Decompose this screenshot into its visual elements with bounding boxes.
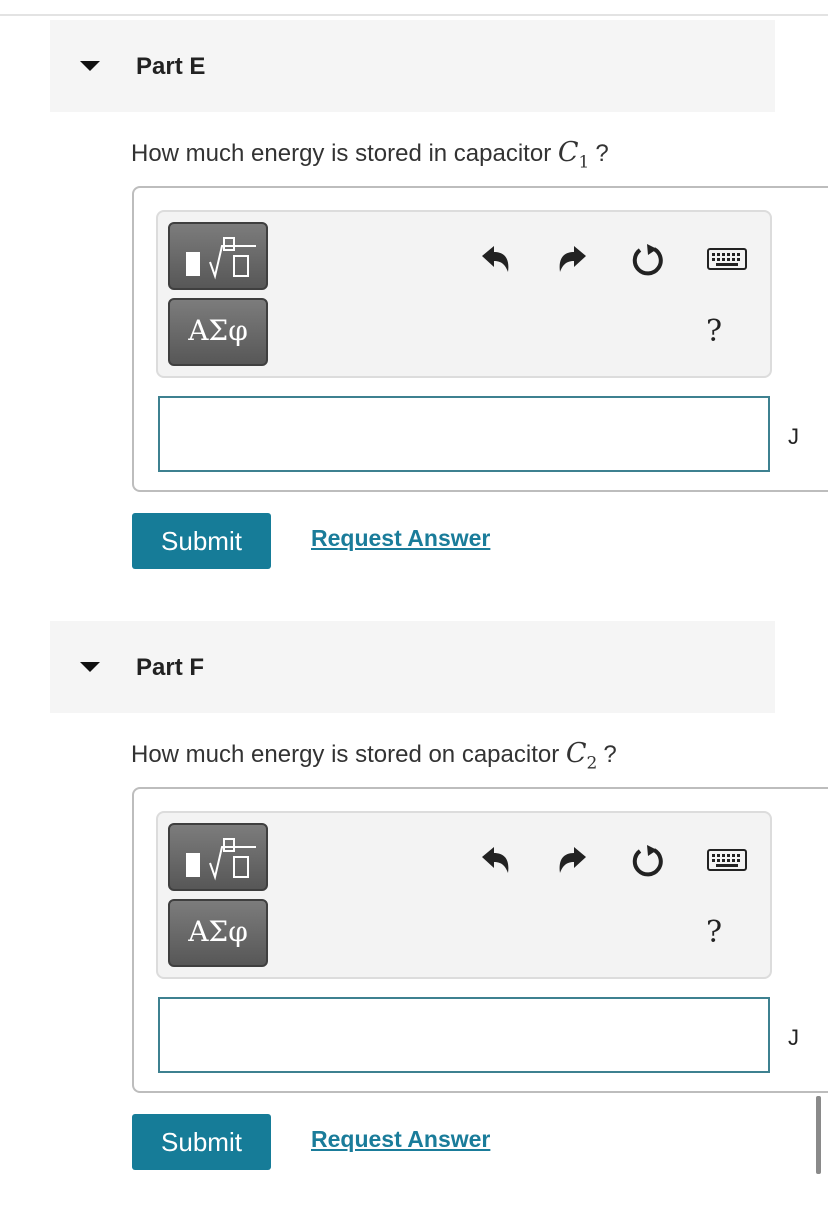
top-divider — [0, 14, 828, 16]
templates-icon — [186, 838, 256, 881]
undo-button[interactable] — [474, 238, 518, 282]
keyboard-button[interactable] — [706, 839, 750, 883]
question-prefix: How much energy is stored in capacitor — [131, 140, 558, 167]
keyboard-icon — [707, 849, 747, 871]
help-button[interactable]: ? — [692, 310, 736, 354]
templates-button[interactable] — [168, 222, 268, 290]
request-answer-link[interactable]: Request Answer — [311, 1126, 490, 1153]
reset-button[interactable] — [626, 839, 670, 883]
redo-icon — [559, 246, 586, 272]
submit-button[interactable]: Submit — [132, 1114, 271, 1170]
question-prefix: How much energy is stored on capacitor — [131, 741, 566, 768]
symbols-button[interactable]: ΑΣφ — [168, 899, 268, 967]
part-e: Part E How much energy is stored in capa… — [0, 20, 828, 580]
reset-icon — [632, 845, 663, 877]
redo-button[interactable] — [550, 839, 594, 883]
templates-button[interactable] — [168, 823, 268, 891]
unit-label: J — [788, 1025, 799, 1050]
templates-icon — [186, 237, 256, 280]
request-answer-link[interactable]: Request Answer — [311, 525, 490, 552]
question-suffix: ? — [603, 741, 617, 768]
part-title: Part E — [136, 53, 206, 80]
unit-label: J — [788, 424, 799, 449]
part-title: Part F — [136, 654, 205, 681]
caret-down-icon[interactable] — [80, 61, 100, 71]
undo-icon — [482, 847, 509, 873]
keyboard-icon — [707, 248, 747, 270]
keyboard-button[interactable] — [706, 238, 750, 282]
question-text: How much energy is stored in capacitor C… — [131, 137, 609, 172]
part-f: Part F How much energy is stored on capa… — [0, 621, 828, 1181]
symbols-button[interactable]: ΑΣφ — [168, 298, 268, 366]
redo-icon — [559, 847, 586, 873]
scrollbar[interactable] — [816, 1096, 821, 1174]
redo-button[interactable] — [550, 238, 594, 282]
question-text: How much energy is stored on capacitor C… — [131, 738, 617, 773]
help-button[interactable]: ? — [692, 911, 736, 955]
caret-down-icon[interactable] — [80, 662, 100, 672]
undo-icon — [482, 246, 509, 272]
answer-box: ΑΣφ ? J — [132, 787, 828, 1093]
submit-button[interactable]: Submit — [132, 513, 271, 569]
undo-button[interactable] — [474, 839, 518, 883]
math-toolbar: ΑΣφ ? — [156, 811, 772, 979]
math-toolbar: ΑΣφ ? — [156, 210, 772, 378]
math-variable: C2 — [565, 738, 598, 774]
math-variable: C1 — [557, 137, 590, 173]
reset-icon — [632, 244, 663, 276]
reset-button[interactable] — [626, 238, 670, 282]
answer-box: ΑΣφ ? J — [132, 186, 828, 492]
question-suffix: ? — [595, 140, 609, 167]
answer-input[interactable] — [158, 997, 770, 1073]
answer-input[interactable] — [158, 396, 770, 472]
